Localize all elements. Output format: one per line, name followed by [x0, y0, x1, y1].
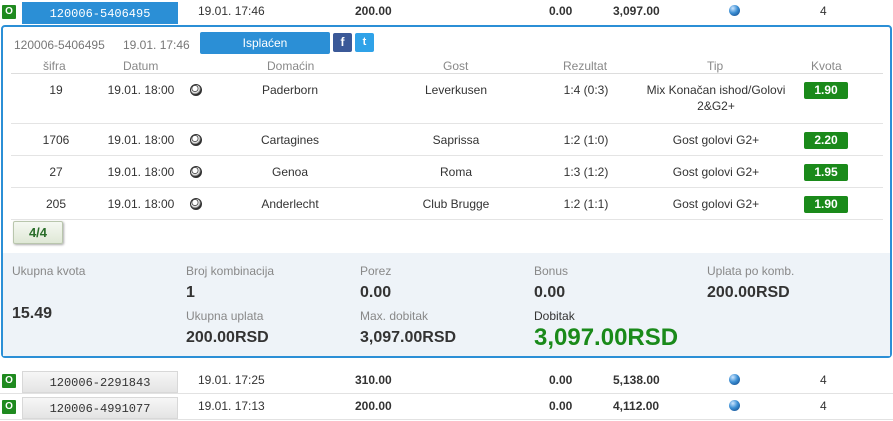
bonus-label: Bonus: [534, 264, 569, 278]
row-divider: [11, 219, 883, 220]
ticket-date: 19.01. 17:46: [198, 4, 265, 18]
ticket-row[interactable]: O 120006-5406495 19.01. 17:46 200.00 0.0…: [0, 0, 893, 25]
ticket-id-button[interactable]: 120006-2291843: [22, 371, 178, 393]
bet-date: 19.01. 18:00: [107, 197, 175, 211]
soccer-ball-icon: [190, 134, 202, 146]
status-ball-icon: [729, 400, 740, 411]
combinations-value: 1: [186, 284, 195, 301]
max-win-label: Max. dobitak: [360, 309, 429, 323]
ticket-match-count: 4: [820, 399, 827, 413]
ticket-zero-value: 0.00: [549, 373, 573, 387]
column-header-code: šifra: [43, 59, 66, 73]
ticket-detail-panel: 120006-5406495 19.01. 17:46 Isplaćen f t…: [1, 25, 892, 358]
bet-tip-second-line: 2&G2+: [697, 99, 735, 113]
ticket-summary: Ukupna kvota 15.49 Broj kombinacija 1 Uk…: [3, 253, 890, 356]
ticket-stake: 310.00: [355, 373, 392, 387]
total-stake-value: 200.00RSD: [186, 329, 269, 346]
bet-result: 1:3 (1:2): [563, 165, 609, 179]
bonus-value: 0.00: [534, 284, 566, 301]
bet-home-team: Genoa: [271, 165, 309, 179]
tax-label: Porez: [360, 264, 392, 278]
table-row: 205 19.01. 18:00 Anderlecht Club Brugge …: [11, 188, 883, 220]
ticket-status-badge: O: [2, 374, 16, 388]
tax-value: 0.00: [360, 284, 392, 301]
stake-per-combination-value: 200.00RSD: [707, 284, 790, 301]
odds-badge: 1.90: [804, 82, 848, 99]
ticket-row[interactable]: O 120006-2291843 19.01. 17:25 310.00 0.0…: [0, 369, 893, 394]
row-divider: [0, 393, 893, 394]
total-stake-label: Ukupna uplata: [186, 309, 264, 323]
column-header-date: Datum: [123, 59, 159, 73]
bet-code: 27: [49, 165, 63, 179]
status-ball-icon: [729, 5, 740, 16]
win-value: 3,097.00RSD: [534, 324, 679, 351]
bet-away-team: Saprissa: [432, 133, 480, 147]
table-row: 1706 19.01. 18:00 Cartagines Saprissa 1:…: [11, 124, 883, 156]
column-header-home: Domaćin: [267, 59, 315, 73]
bet-tip: Gost golovi G2+: [672, 165, 760, 179]
column-header-result: Rezultat: [563, 59, 608, 73]
ticket-match-count: 4: [820, 4, 827, 18]
bet-code: 19: [49, 83, 63, 97]
ticket-date: 19.01. 17:25: [198, 373, 265, 387]
bet-date: 19.01. 18:00: [107, 83, 175, 97]
bet-home-team: Anderlecht: [261, 197, 319, 211]
table-row: 19 19.01. 18:00 Paderborn Leverkusen 1:4…: [11, 74, 883, 124]
ticket-payout: 3,097.00: [613, 4, 660, 18]
column-header-odds: Kvota: [811, 59, 842, 73]
ticket-id-button[interactable]: 120006-5406495: [22, 2, 178, 24]
status-ball-icon: [729, 374, 740, 385]
ticket-status-badge: O: [2, 5, 16, 19]
bet-tip: Gost golovi G2+: [672, 133, 760, 147]
ticket-payout: 5,138.00: [613, 373, 660, 387]
odds-badge: 1.90: [804, 196, 848, 213]
ticket-date: 19.01. 17:13: [198, 399, 265, 413]
win-label: Dobitak: [534, 309, 575, 323]
bet-result: 1:2 (1:0): [563, 133, 609, 147]
bet-away-team: Leverkusen: [424, 83, 488, 97]
column-header-tip: Tip: [707, 59, 724, 73]
max-win-value: 3,097.00RSD: [360, 329, 457, 346]
total-odds-label: Ukupna kvota: [12, 264, 86, 278]
total-odds-value: 15.49: [12, 305, 53, 322]
bet-tip: Gost golovi G2+: [672, 197, 760, 211]
bet-code: 205: [45, 197, 67, 211]
ticket-match-count: 4: [820, 373, 827, 387]
ticket-row[interactable]: O 120006-4991077 19.01. 17:13 200.00 0.0…: [0, 395, 893, 420]
odds-badge: 1.95: [804, 164, 848, 181]
bet-result: 1:2 (1:1): [563, 197, 609, 211]
soccer-ball-icon: [190, 166, 202, 178]
bet-away-team: Club Brugge: [422, 197, 490, 211]
ticket-stake: 200.00: [355, 4, 392, 18]
bet-result: 1:4 (0:3): [563, 83, 609, 97]
bet-away-team: Roma: [439, 165, 472, 179]
ticket-zero-value: 0.00: [549, 4, 573, 18]
detail-header: 120006-5406495 19.01. 17:46 Isplaćen f t: [3, 27, 890, 57]
table-row: 27 19.01. 18:00 Genoa Roma 1:3 (1:2) Gos…: [11, 156, 883, 188]
bet-date: 19.01. 18:00: [107, 165, 175, 179]
ticket-payout: 4,112.00: [613, 399, 660, 413]
facebook-share-icon[interactable]: f: [333, 33, 352, 52]
row-divider: [0, 419, 893, 420]
ticket-stake: 200.00: [355, 399, 392, 413]
combinations-label: Broj kombinacija: [186, 264, 275, 278]
soccer-ball-icon: [190, 84, 202, 96]
column-header-away: Gost: [443, 59, 469, 73]
winning-pairs-tag: 4/4: [13, 221, 63, 244]
bet-home-team: Cartagines: [260, 133, 320, 147]
ticket-zero-value: 0.00: [549, 399, 573, 413]
stake-per-combination-label: Uplata po komb.: [707, 264, 795, 278]
detail-ticket-id: 120006-5406495: [14, 38, 105, 52]
paid-status-button[interactable]: Isplaćen: [200, 32, 330, 54]
ticket-id-button[interactable]: 120006-4991077: [22, 397, 178, 419]
bet-date: 19.01. 18:00: [107, 133, 175, 147]
ticket-status-badge: O: [2, 400, 16, 414]
bet-code: 1706: [42, 133, 70, 147]
odds-badge: 2.20: [804, 132, 848, 149]
bet-home-team: Paderborn: [261, 83, 319, 97]
twitter-share-icon[interactable]: t: [355, 33, 374, 52]
detail-ticket-date: 19.01. 17:46: [123, 38, 190, 52]
bet-tip: Mix Konačan ishod/Golovi: [646, 83, 786, 97]
soccer-ball-icon: [190, 198, 202, 210]
